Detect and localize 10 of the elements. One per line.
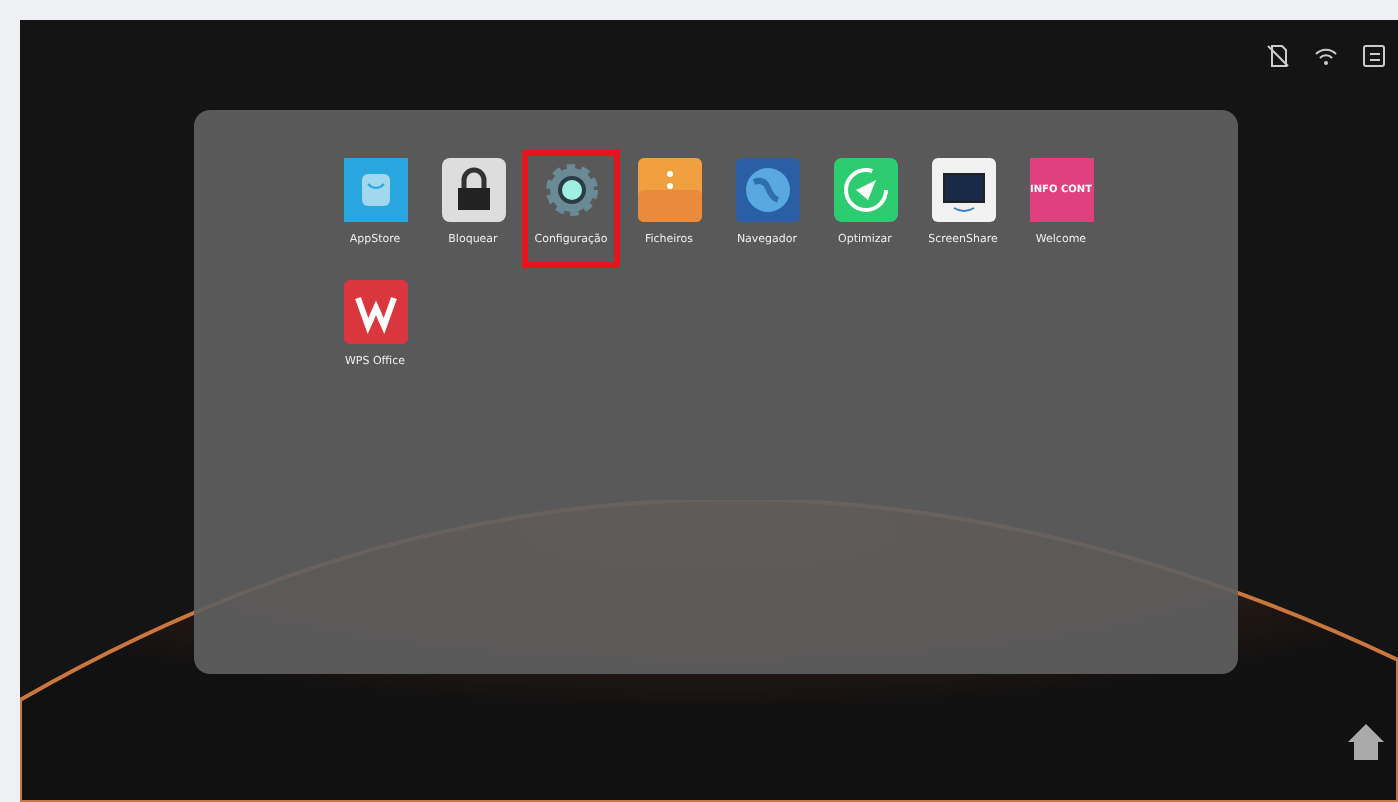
home-icon[interactable]: [1346, 722, 1386, 762]
globe-icon: [735, 158, 799, 222]
optimize-icon: [833, 158, 897, 222]
monitor-icon: [931, 158, 995, 222]
folder-icon: [637, 158, 701, 222]
store-bag-icon: [343, 158, 407, 222]
lock-icon: [441, 158, 505, 222]
wifi-icon: [1314, 44, 1338, 68]
no-sim-icon: [1266, 44, 1290, 68]
wps-logo-icon: [343, 280, 407, 344]
